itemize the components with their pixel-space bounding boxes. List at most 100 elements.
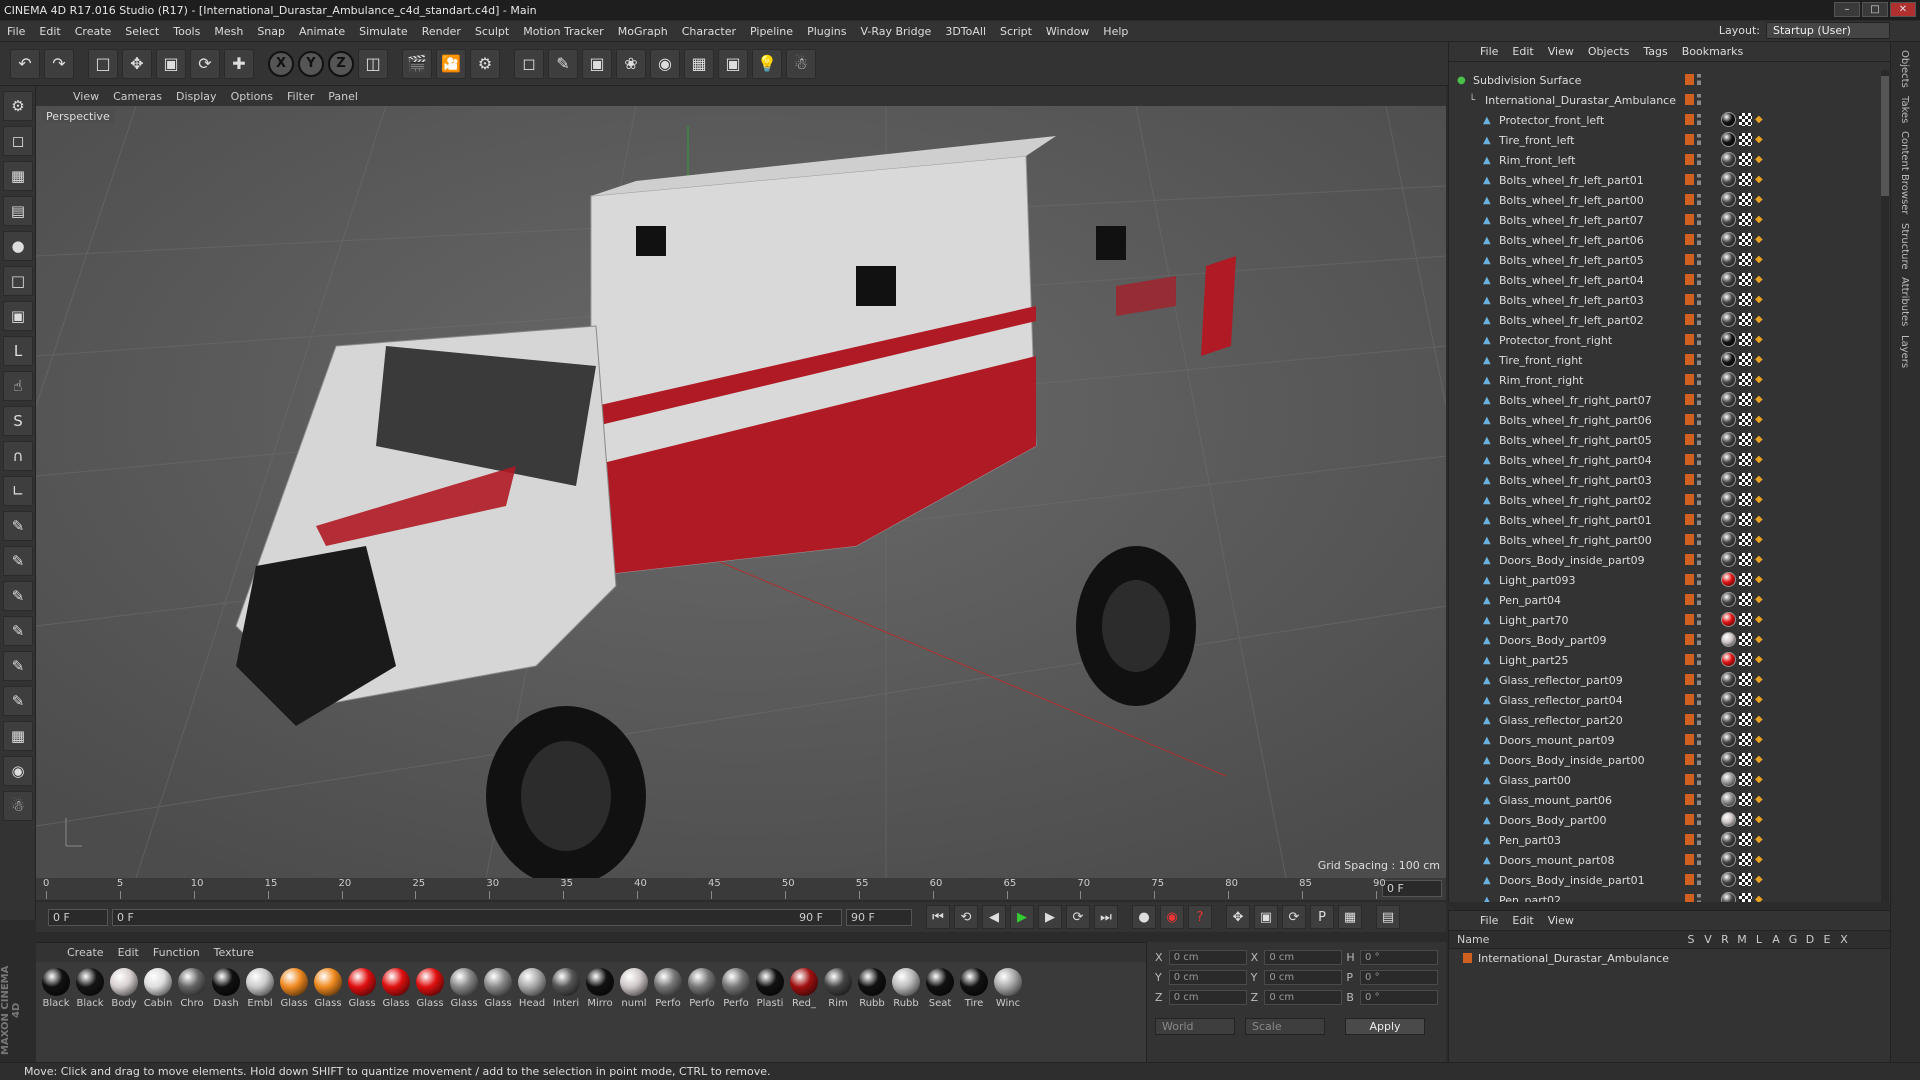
visibility-dots-icon[interactable]: [1697, 834, 1701, 845]
snap-icon[interactable]: S: [3, 406, 33, 436]
texture-tag-icon[interactable]: [1739, 753, 1752, 766]
side-tab-structure[interactable]: Structure: [1899, 223, 1910, 270]
coordinate-value-field[interactable]: 0 cm: [1168, 949, 1247, 965]
texture-tag-icon[interactable]: [1739, 293, 1752, 306]
texture-tag-icon[interactable]: [1739, 873, 1752, 886]
layer-color-icon[interactable]: [1685, 834, 1694, 845]
side-tab-takes[interactable]: Takes: [1899, 96, 1910, 123]
phong-tag-icon[interactable]: ◆: [1755, 555, 1764, 565]
phong-tag-icon[interactable]: ◆: [1755, 715, 1764, 725]
timeline-current-frame[interactable]: 0 F: [1382, 880, 1442, 897]
texture-tag-icon[interactable]: [1739, 233, 1752, 246]
layer-color-icon[interactable]: [1685, 374, 1694, 385]
visibility-dots-icon[interactable]: [1697, 674, 1701, 685]
layer-color-icon[interactable]: [1685, 294, 1694, 305]
layout-dropdown[interactable]: Startup (User): [1766, 22, 1890, 39]
object-row[interactable]: ▲ Glass_reflector_part04 ◆: [1449, 690, 1889, 710]
object-row[interactable]: ▲ Rim_front_left ◆: [1449, 150, 1889, 170]
add-object-icon[interactable]: ✚: [224, 48, 254, 79]
coordinate-space-dropdown[interactable]: World: [1155, 1018, 1235, 1035]
object-row[interactable]: ▲ Protector_front_left ◆: [1449, 110, 1889, 130]
texture-tag-icon[interactable]: [1739, 793, 1752, 806]
material-swatch[interactable]: Perfo: [720, 966, 752, 1058]
object-row[interactable]: ▲ Glass_reflector_part09 ◆: [1449, 670, 1889, 690]
object-row[interactable]: ▲ Bolts_wheel_fr_right_part03 ◆: [1449, 470, 1889, 490]
viewport-camera-label[interactable]: Perspective: [42, 110, 114, 123]
layer-color-icon[interactable]: [1685, 774, 1694, 785]
material-swatch[interactable]: Black: [74, 966, 106, 1058]
polygons-mode-icon[interactable]: ▣: [3, 301, 33, 331]
material-tag-icon[interactable]: [1721, 832, 1736, 847]
key-pla-icon[interactable]: ▦: [1338, 905, 1362, 929]
visibility-dots-icon[interactable]: [1697, 854, 1701, 865]
visibility-dots-icon[interactable]: [1697, 654, 1701, 665]
menu-3dtoall[interactable]: 3DToAll: [938, 21, 993, 42]
phong-tag-icon[interactable]: ◆: [1755, 315, 1764, 325]
key-rotation-icon[interactable]: ⟳: [1282, 905, 1306, 929]
material-tag-icon[interactable]: [1721, 192, 1736, 207]
x-axis-lock-icon[interactable]: X: [268, 50, 294, 77]
material-tag-icon[interactable]: [1721, 432, 1736, 447]
layer-color-icon[interactable]: [1685, 114, 1694, 125]
layer-color-icon[interactable]: [1685, 454, 1694, 465]
object-menu-tags[interactable]: Tags: [1636, 45, 1674, 58]
visibility-dots-icon[interactable]: [1697, 374, 1701, 385]
layer-menu-edit[interactable]: Edit: [1505, 914, 1540, 927]
menu-create[interactable]: Create: [68, 21, 119, 42]
menu-mesh[interactable]: Mesh: [207, 21, 250, 42]
close-icon[interactable]: ✕: [1890, 2, 1916, 17]
texture-tag-icon[interactable]: [1739, 853, 1752, 866]
visibility-dots-icon[interactable]: [1697, 794, 1701, 805]
visibility-dots-icon[interactable]: [1697, 594, 1701, 605]
material-tag-icon[interactable]: [1721, 132, 1736, 147]
texture-tag-icon[interactable]: [1739, 773, 1752, 786]
texture-tag-icon[interactable]: [1739, 813, 1752, 826]
side-tab-attributes[interactable]: Attributes: [1899, 277, 1910, 326]
phong-tag-icon[interactable]: ◆: [1755, 335, 1764, 345]
texture-tag-icon[interactable]: [1739, 633, 1752, 646]
object-row[interactable]: └ International_Durastar_Ambulance: [1449, 90, 1889, 110]
object-row[interactable]: ▲ Bolts_wheel_fr_left_part05 ◆: [1449, 250, 1889, 270]
material-tag-icon[interactable]: [1721, 252, 1736, 267]
texture-tag-icon[interactable]: [1739, 453, 1752, 466]
object-row[interactable]: ▲ Bolts_wheel_fr_left_part07 ◆: [1449, 210, 1889, 230]
object-row[interactable]: ▲ Doors_Body_part00 ◆: [1449, 810, 1889, 830]
object-row[interactable]: ● Subdivision Surface: [1449, 70, 1889, 90]
object-row[interactable]: ▲ Tire_front_right ◆: [1449, 350, 1889, 370]
material-menu-edit[interactable]: Edit: [111, 946, 146, 959]
object-row[interactable]: ▲ Bolts_wheel_fr_right_part07 ◆: [1449, 390, 1889, 410]
viewport-menu-filter[interactable]: Filter: [280, 90, 321, 103]
texture-tag-icon[interactable]: [1739, 533, 1752, 546]
layer-color-icon[interactable]: [1685, 894, 1694, 902]
phong-tag-icon[interactable]: ◆: [1755, 115, 1764, 125]
material-tag-icon[interactable]: [1721, 712, 1736, 727]
visibility-dots-icon[interactable]: [1697, 754, 1701, 765]
phong-tag-icon[interactable]: ◆: [1755, 795, 1764, 805]
go-to-start-icon[interactable]: ⏮: [926, 905, 950, 929]
layer-color-icon[interactable]: [1685, 134, 1694, 145]
visibility-dots-icon[interactable]: [1697, 874, 1701, 885]
visibility-dots-icon[interactable]: [1697, 614, 1701, 625]
material-tag-icon[interactable]: [1721, 392, 1736, 407]
texture-tag-icon[interactable]: [1739, 733, 1752, 746]
phong-tag-icon[interactable]: ◆: [1755, 815, 1764, 825]
texture-tag-icon[interactable]: [1739, 333, 1752, 346]
layer-color-icon[interactable]: [1685, 234, 1694, 245]
coordinate-value-field[interactable]: 0 °: [1360, 949, 1438, 965]
coordinate-value-field[interactable]: 0 cm: [1168, 989, 1247, 1005]
workplane-icon[interactable]: ▤: [3, 196, 33, 226]
material-swatch[interactable]: Mirro: [584, 966, 616, 1058]
layer-color-icon[interactable]: [1685, 614, 1694, 625]
object-row[interactable]: ▲ Light_part093 ◆: [1449, 570, 1889, 590]
viewport-menu-options[interactable]: Options: [224, 90, 280, 103]
move-icon[interactable]: ✥: [122, 48, 152, 79]
menu-window[interactable]: Window: [1039, 21, 1096, 42]
coordinate-value-field[interactable]: 0 cm: [1264, 949, 1343, 965]
render-picture-viewer-icon[interactable]: 🎦: [436, 48, 466, 79]
material-tag-icon[interactable]: [1721, 812, 1736, 827]
object-row[interactable]: ▲ Glass_reflector_part20 ◆: [1449, 710, 1889, 730]
keyframe-icon[interactable]: ●: [1132, 905, 1156, 929]
layer-color-icon[interactable]: [1685, 494, 1694, 505]
menu-script[interactable]: Script: [993, 21, 1039, 42]
visibility-dots-icon[interactable]: [1697, 714, 1701, 725]
